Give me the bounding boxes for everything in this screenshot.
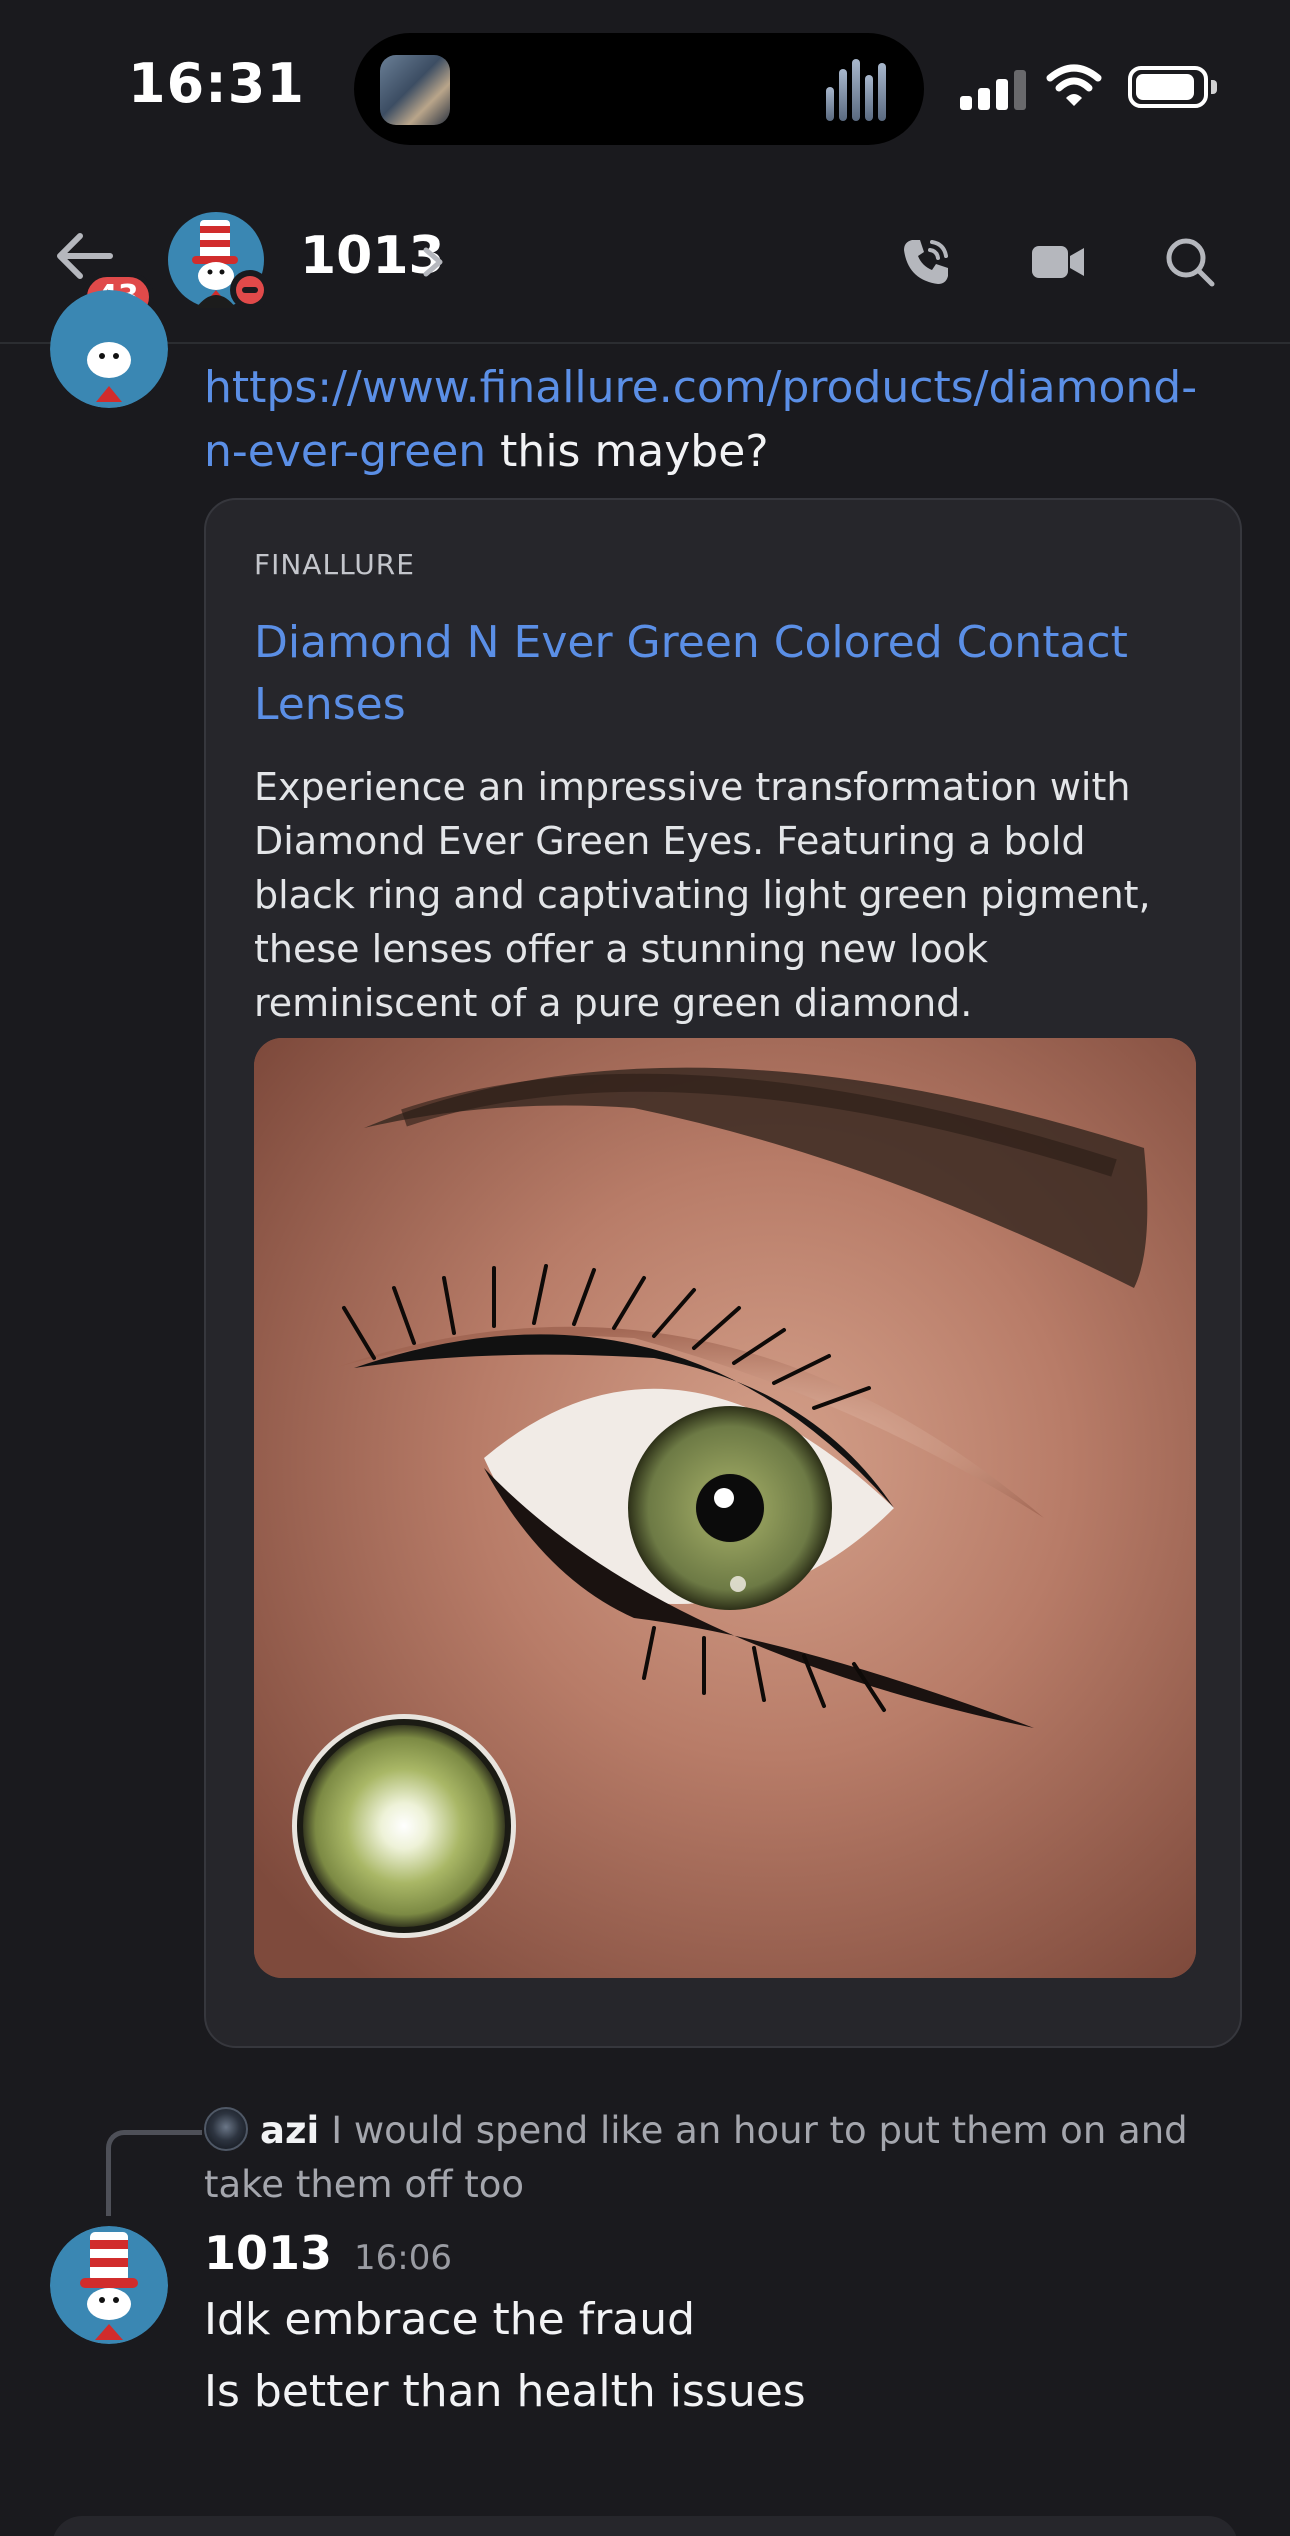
status-time: 16:31 bbox=[128, 52, 305, 115]
user-avatar[interactable] bbox=[50, 290, 168, 408]
chevron-right-icon[interactable] bbox=[418, 242, 448, 282]
now-playing-artwork bbox=[380, 55, 450, 125]
search-icon[interactable] bbox=[1162, 234, 1218, 290]
reply-preview[interactable]: azi I would spend like an hour to put the… bbox=[204, 2104, 1244, 2212]
battery-icon bbox=[1128, 66, 1218, 108]
channel-header: 43 1013 bbox=[0, 160, 1290, 344]
user-avatar[interactable] bbox=[50, 2226, 168, 2344]
reply-text: I would spend like an hour to put them o… bbox=[204, 2109, 1188, 2206]
message-text: Is better than health issues bbox=[204, 2366, 806, 2417]
status-bar: 16:31 bbox=[0, 0, 1290, 160]
wifi-icon bbox=[1046, 64, 1102, 106]
message-author[interactable]: 1013 bbox=[204, 2226, 332, 2280]
dnd-status-icon bbox=[230, 270, 270, 310]
reply-author: azi bbox=[260, 2109, 320, 2152]
embed-image[interactable] bbox=[254, 1038, 1196, 1978]
reply-avatar bbox=[204, 2107, 248, 2151]
message-header: 1013 16:06 bbox=[204, 2226, 452, 2280]
embed-provider: FINALLURE bbox=[254, 548, 415, 581]
phone-call-icon[interactable] bbox=[898, 234, 954, 290]
embed-description: Experience an impressive transformation … bbox=[254, 765, 1151, 1025]
message-text: this maybe? bbox=[486, 426, 769, 477]
reply-connector bbox=[106, 2130, 202, 2216]
audio-waveform-icon bbox=[826, 59, 896, 121]
link-embed[interactable]: FINALLURE Diamond N Ever Green Colored C… bbox=[204, 498, 1242, 2048]
message-composer[interactable] bbox=[52, 2516, 1238, 2536]
signal-icon bbox=[960, 70, 1028, 110]
message-text: Idk embrace the fraud bbox=[204, 2294, 696, 2345]
embed-title-link[interactable]: Diamond N Ever Green Colored Contact Len… bbox=[254, 612, 1154, 736]
video-camera-icon[interactable] bbox=[1030, 234, 1086, 290]
dynamic-island[interactable] bbox=[354, 33, 924, 145]
message-content: https://www.finallure.com/products/diamo… bbox=[204, 356, 1234, 484]
message-timestamp: 16:06 bbox=[354, 2238, 453, 2278]
